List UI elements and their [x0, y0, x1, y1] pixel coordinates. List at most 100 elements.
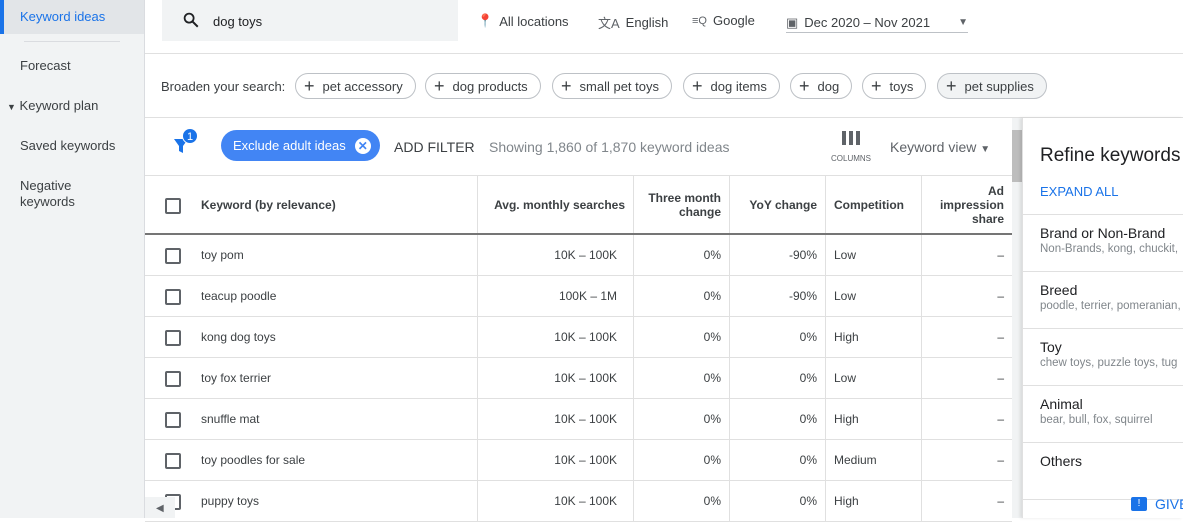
table-cell: 10K – 100K [477, 481, 633, 521]
translate-icon: 文A [598, 16, 620, 31]
table-cell: Low [825, 276, 921, 316]
refine-title: Refine keywords [1040, 145, 1181, 166]
date-range-selector[interactable]: ▣ Dec 2020 – Nov 2021 ▼ [786, 13, 968, 33]
chip-label: dog products [452, 78, 528, 94]
sidebar-item-keyword-ideas[interactable]: Keyword ideas [0, 0, 144, 34]
location-selector[interactable]: 📍 All locations [477, 13, 569, 29]
table-row: snuffle mat 10K – 100K 0% 0% High – [145, 399, 1012, 440]
column-header[interactable]: Three month change [633, 176, 729, 233]
group-title: Brand or Non-Brand [1040, 225, 1166, 241]
column-header[interactable]: Competition [825, 176, 921, 233]
filter-bar: 1 Exclude adult ideas ✕ ADD FILTER Showin… [145, 118, 1012, 176]
column-header[interactable]: Avg. monthly searches [477, 176, 633, 233]
refine-group[interactable]: Breed poodle, terrier, pomeranian, [1023, 272, 1183, 329]
table-cell: – [921, 317, 1012, 357]
column-header[interactable]: Ad impression share [921, 176, 1012, 233]
refine-group[interactable]: Animal bear, bull, fox, squirrel [1023, 386, 1183, 443]
plus-icon: + [692, 76, 703, 96]
table-cell: 10K – 100K [477, 440, 633, 480]
sidebar-item-forecast[interactable]: Forecast [20, 58, 71, 73]
caret-down-icon: ▼ [980, 144, 991, 155]
expand-all-button[interactable]: EXPAND ALL [1040, 184, 1119, 199]
results-count: Showing 1,860 of 1,870 keyword ideas [489, 139, 730, 155]
table-row: toy poodles for sale 10K – 100K 0% 0% Medium… [145, 440, 1012, 481]
broaden-chip[interactable]: + pet supplies [937, 73, 1047, 99]
search-input[interactable]: dog toys [162, 0, 458, 41]
table-cell: 0% [633, 317, 729, 357]
give-feedback-button[interactable]: ! GIVE [1131, 496, 1183, 512]
caret-down-icon: ▼ [958, 17, 968, 28]
table-cell: 0% [729, 317, 825, 357]
table-cell: 0% [633, 481, 729, 521]
plus-icon: + [561, 76, 572, 96]
top-bar: dog toys 📍 All locations 文A English ≡Q Goog… [145, 0, 1183, 54]
column-header[interactable]: YoY change [729, 176, 825, 233]
search-value: dog toys [213, 14, 263, 29]
keyword-view-dropdown[interactable]: Keyword view ▼ [890, 139, 990, 155]
columns-label: COLUMNS [831, 154, 872, 163]
columns-button[interactable]: COLUMNS [831, 131, 871, 163]
table-cell: Low [825, 358, 921, 398]
table-cell: -90% [729, 276, 825, 316]
broaden-chip[interactable]: + toys [862, 73, 927, 99]
refine-group[interactable]: Others [1023, 443, 1183, 500]
table-cell: 10K – 100K [477, 358, 633, 398]
chip-label: toys [889, 78, 914, 94]
table-cell: toy poodles for sale [201, 453, 306, 467]
feedback-icon: ! [1131, 497, 1147, 511]
broaden-chip[interactable]: + dog products [425, 73, 541, 99]
close-icon[interactable]: ✕ [354, 137, 371, 154]
scroll-left-button[interactable]: ◀ [145, 497, 175, 518]
view-label: Keyword view [890, 139, 977, 155]
column-header[interactable]: Keyword (by relevance) [145, 176, 477, 233]
table-cell: High [825, 481, 921, 521]
table-cell: Low [825, 235, 921, 275]
table-cell: 100K – 1M [477, 276, 633, 316]
broaden-chip[interactable]: + small pet toys [552, 73, 672, 99]
table-cell: 10K – 100K [477, 399, 633, 439]
sidebar-item-keyword-plan[interactable]: ▼ Keyword plan [7, 98, 98, 113]
table-cell: High [825, 399, 921, 439]
broaden-chip[interactable]: + pet accessory [295, 73, 416, 99]
table-cell: 0% [633, 358, 729, 398]
add-filter-button[interactable]: ADD FILTER [394, 139, 475, 155]
table-cell: kong dog toys [201, 330, 276, 344]
broaden-chip[interactable]: + dog [790, 73, 853, 99]
table-cell: – [921, 399, 1012, 439]
refine-group[interactable]: Toy chew toys, puzzle toys, tug [1023, 329, 1183, 386]
caret-down-icon: ▼ [7, 102, 16, 112]
plus-icon: + [304, 76, 315, 96]
filter-chip-exclude-adult[interactable]: Exclude adult ideas ✕ [221, 130, 380, 161]
chip-label: pet supplies [964, 78, 1034, 94]
table-cell: 0% [729, 358, 825, 398]
table-cell: High [825, 317, 921, 357]
filter-count-badge: 1 [182, 128, 198, 144]
group-title: Others [1040, 453, 1083, 469]
network-selector[interactable]: ≡Q Google [692, 13, 755, 28]
date-range-label: Dec 2020 – Nov 2021 [804, 15, 931, 30]
table-cell: puppy toys [201, 494, 260, 508]
search-icon [183, 12, 199, 28]
table-cell: 0% [729, 481, 825, 521]
language-selector[interactable]: 文A English [598, 13, 668, 32]
scrollbar[interactable] [1012, 118, 1022, 518]
table-cell: – [921, 440, 1012, 480]
chip-label: dog [817, 78, 840, 94]
network-label: Google [712, 13, 755, 28]
plus-icon: + [946, 76, 957, 96]
scrollbar-thumb[interactable] [1012, 130, 1022, 182]
broaden-chip[interactable]: + dog items [683, 73, 780, 99]
table-cell: 0% [633, 399, 729, 439]
table-row: toy pom 10K – 100K 0% -90% Low – [145, 235, 1012, 276]
sidebar-item-negative-keywords[interactable]: Negative keywords [20, 178, 90, 210]
table-cell: snuffle mat [201, 412, 260, 426]
group-subtitle: bear, bull, fox, squirrel [1040, 414, 1153, 426]
table-cell: 0% [729, 399, 825, 439]
broaden-label: Broaden your search: [161, 79, 286, 94]
refine-group[interactable]: Brand or Non-Brand Non-Brands, kong, chuc… [1023, 215, 1183, 272]
divider [24, 41, 120, 42]
table-cell: 0% [633, 440, 729, 480]
sidebar-item-label: Keyword plan [19, 98, 99, 113]
table-cell: Medium [825, 440, 921, 480]
sidebar-item-saved-keywords[interactable]: Saved keywords [20, 138, 115, 153]
